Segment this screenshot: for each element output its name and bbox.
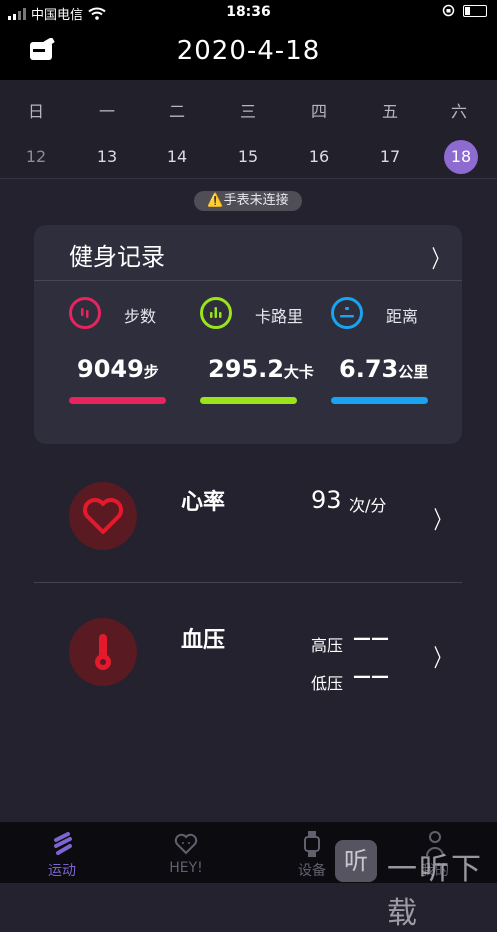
weekday-label: 四 [310,102,327,121]
heart-icon [69,482,137,550]
watermark: 听 一听下载 [335,840,497,931]
week-calendar: 日 一 二 三 四 五 六 12 13 14 15 16 17 18 [0,80,497,179]
calories-number: 295.2 [208,355,284,383]
tab-label: 运动 [48,863,76,879]
distance-value: 6.73公里 [339,355,428,383]
calories-label: 卡路里 [255,307,304,326]
tab-sport[interactable]: 运动 [12,822,112,883]
calories-bar [200,397,297,404]
calendar-day[interactable]: 13 [82,140,132,174]
chevron-right-icon[interactable]: 〉 [434,638,451,673]
watermark-logo: 听 [335,840,377,882]
steps-value: 9049步 [77,355,159,383]
divider [34,582,462,583]
calories-value: 295.2大卡 [208,355,314,383]
divider [34,280,462,281]
selected-day-number: 18 [444,140,478,174]
battery-icon [463,4,487,17]
weekday-label: 二 [168,102,185,121]
calendar-day[interactable]: 17 [365,140,415,174]
low-pressure-value: —— [353,666,389,687]
chevron-right-icon[interactable]: 〉 [432,239,449,274]
clock: 18:36 [226,4,271,20]
calories-icon [200,297,232,329]
steps-unit: 步 [143,363,159,381]
distance-unit: 公里 [398,363,429,381]
distance-number: 6.73 [339,355,399,383]
status-bar: 中国电信 18:36 [0,0,497,24]
watch-icon [304,831,320,857]
header: 2020-4-18 [0,24,497,80]
date-title[interactable]: 2020-4-18 [0,36,497,66]
calendar-day[interactable]: 14 [152,140,202,174]
calendar-day-selected[interactable]: 18 [436,140,486,174]
calendar-day[interactable]: 15 [223,140,273,174]
blood-pressure-title: 血压 [181,628,226,653]
calendar-day[interactable]: 12 [11,140,61,174]
watermark-text: 一听下载 [387,852,483,931]
distance-bar [331,397,428,404]
chevron-right-icon[interactable]: 〉 [434,500,451,535]
weekday-label: 日 [27,102,44,121]
heart-face-icon [174,833,198,855]
high-pressure-value: —— [353,628,389,649]
high-pressure-label: 高压 [311,636,344,655]
heart-rate-row[interactable]: 心率 93 次/分 〉 [0,478,497,580]
distance-icon [331,297,363,329]
calories-unit: 大卡 [283,363,314,381]
steps-label: 步数 [124,307,157,326]
distance-label: 距离 [386,307,419,326]
weekday-label: 六 [450,102,467,121]
weekday-label: 一 [98,102,115,121]
sport-icon [54,832,72,855]
heart-rate-unit: 次/分 [349,496,387,515]
rotation-lock-icon [442,4,455,17]
tab-label: HEY! [169,860,203,876]
thermometer-icon [69,618,137,686]
steps-icon [69,297,101,329]
steps-number: 9049 [77,355,144,383]
calendar-day[interactable]: 16 [294,140,344,174]
blood-pressure-row[interactable]: 血压 高压 —— 低压 —— 〉 [0,616,497,716]
tab-hey[interactable]: HEY! [136,822,236,883]
heart-rate-title: 心率 [181,490,226,515]
weekday-label: 五 [381,102,398,121]
heart-rate-value: 93 [311,486,342,514]
weekday-label: 三 [239,102,256,121]
low-pressure-label: 低压 [311,674,344,693]
fitness-record-title: 健身记录 [69,243,165,271]
steps-bar [69,397,166,404]
watch-disconnected-badge: ⚠️手表未连接 [194,191,302,211]
fitness-record-card[interactable]: 健身记录 〉 步数 9049步 卡路里 295.2大卡 距离 6.73公里 [34,225,462,444]
